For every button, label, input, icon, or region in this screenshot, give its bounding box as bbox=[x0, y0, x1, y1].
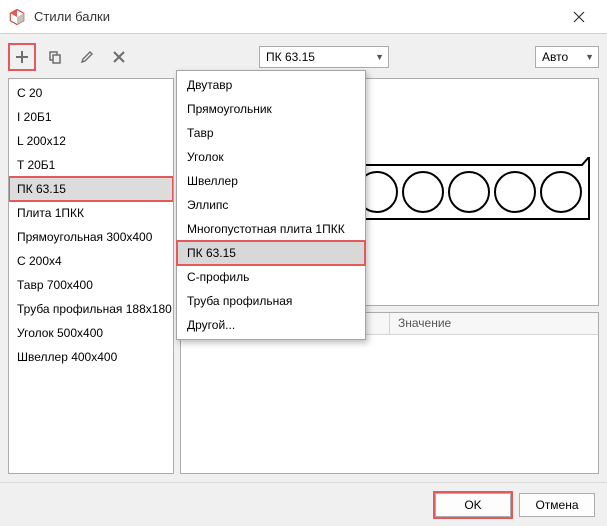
cancel-button[interactable]: Отмена bbox=[519, 493, 595, 517]
style-list[interactable]: C 20I 20Б1L 200x12T 20Б1ПК 63.15Плита 1П… bbox=[9, 79, 173, 371]
toolbar: ПК 63.15 ▼ Авто ▼ bbox=[8, 42, 599, 72]
delete-button[interactable] bbox=[106, 44, 132, 70]
style-list-panel: C 20I 20Б1L 200x12T 20Б1ПК 63.15Плита 1П… bbox=[8, 78, 174, 474]
style-item[interactable]: Труба профильная 188x180 bbox=[9, 297, 173, 321]
style-item[interactable]: C 20 bbox=[9, 81, 173, 105]
dropdown-item[interactable]: Другой... bbox=[177, 313, 365, 337]
window-title: Стили балки bbox=[34, 9, 559, 24]
style-item[interactable]: С 200x4 bbox=[9, 249, 173, 273]
dialog-footer: OK Отмена bbox=[0, 482, 607, 526]
auto-value: Авто bbox=[542, 50, 581, 64]
dropdown-item[interactable]: Прямоугольник bbox=[177, 97, 365, 121]
dropdown-item[interactable]: Многопустотная плита 1ПКК bbox=[177, 217, 365, 241]
chevron-down-icon: ▼ bbox=[375, 52, 384, 62]
style-item[interactable]: T 20Б1 bbox=[9, 153, 173, 177]
add-button[interactable] bbox=[8, 43, 36, 71]
dropdown-item[interactable]: С-профиль bbox=[177, 265, 365, 289]
auto-select[interactable]: Авто ▼ bbox=[535, 46, 599, 68]
ok-label: OK bbox=[464, 498, 481, 512]
style-item[interactable]: Швеллер 400x400 bbox=[9, 345, 173, 369]
style-item[interactable]: Плита 1ПКК bbox=[9, 201, 173, 225]
style-item[interactable]: Прямоугольная 300x400 bbox=[9, 225, 173, 249]
ok-button[interactable]: OK bbox=[435, 493, 511, 517]
dropdown-item[interactable]: Эллипс bbox=[177, 193, 365, 217]
dropdown-item[interactable]: Двутавр bbox=[177, 73, 365, 97]
section-type-dropdown[interactable]: ДвутаврПрямоугольникТаврУголокШвеллерЭлл… bbox=[176, 70, 366, 340]
dropdown-item[interactable]: Труба профильная bbox=[177, 289, 365, 313]
dropdown-item[interactable]: Уголок bbox=[177, 145, 365, 169]
cancel-label: Отмена bbox=[535, 498, 578, 512]
style-item[interactable]: I 20Б1 bbox=[9, 105, 173, 129]
close-icon[interactable] bbox=[559, 0, 599, 34]
chevron-down-icon: ▼ bbox=[585, 52, 594, 62]
edit-button[interactable] bbox=[74, 44, 100, 70]
style-item[interactable]: Уголок 500x400 bbox=[9, 321, 173, 345]
copy-button[interactable] bbox=[42, 44, 68, 70]
dropdown-item[interactable]: Тавр bbox=[177, 121, 365, 145]
section-preview-icon bbox=[357, 157, 592, 227]
section-type-value: ПК 63.15 bbox=[266, 50, 371, 64]
dropdown-item[interactable]: ПК 63.15 bbox=[177, 241, 365, 265]
style-item[interactable]: ПК 63.15 bbox=[9, 177, 173, 201]
app-icon bbox=[8, 8, 26, 26]
section-type-select[interactable]: ПК 63.15 ▼ bbox=[259, 46, 389, 68]
dropdown-item[interactable]: Швеллер bbox=[177, 169, 365, 193]
style-item[interactable]: L 200x12 bbox=[9, 129, 173, 153]
titlebar: Стили балки bbox=[0, 0, 607, 34]
style-item[interactable]: Тавр 700x400 bbox=[9, 273, 173, 297]
col-value: Значение bbox=[390, 313, 598, 334]
